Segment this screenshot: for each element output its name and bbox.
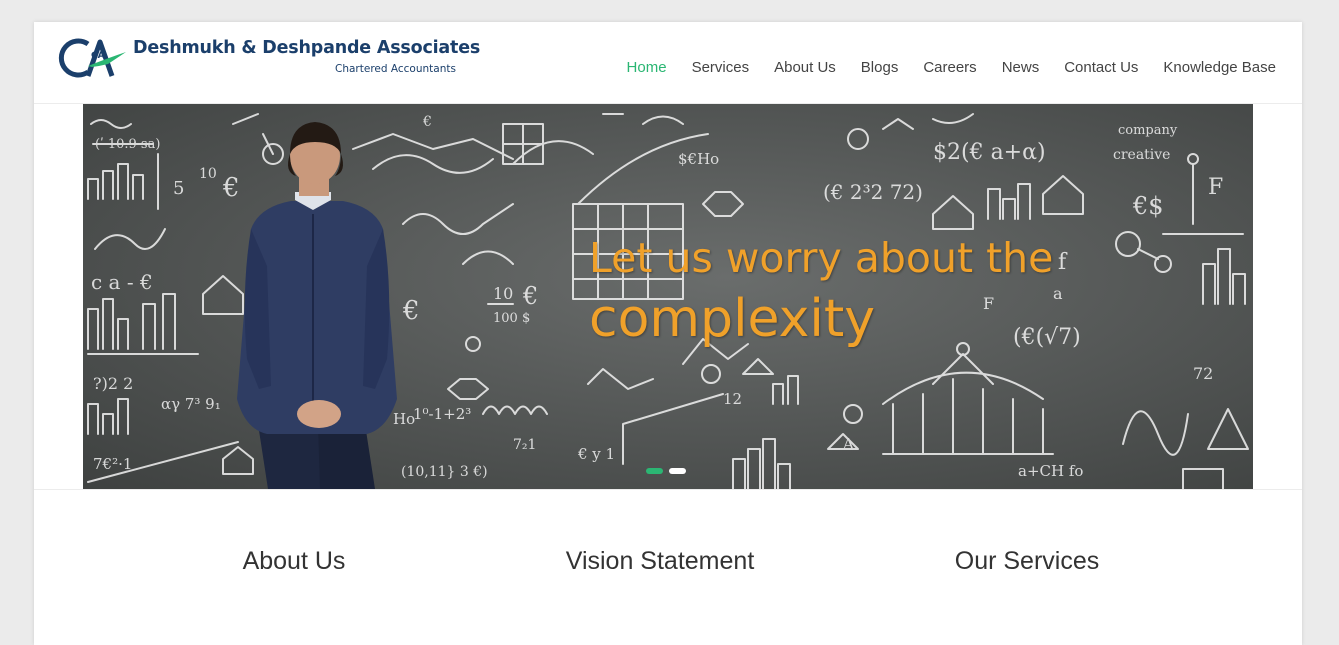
svg-text:$2(€ a+α): $2(€ a+α) (933, 140, 1046, 165)
slider-dot-1[interactable] (646, 468, 663, 474)
svg-text:12: 12 (723, 390, 742, 408)
svg-text:€: € (522, 282, 538, 310)
section-title-our-services: Our Services (954, 547, 1100, 575)
nav-item-blogs[interactable]: Blogs (861, 59, 899, 76)
svg-text:10: 10 (199, 166, 217, 182)
nav-item-contact-us[interactable]: Contact Us (1064, 59, 1138, 76)
page-container: CA Deshmukh & Deshpande Associates Chart… (34, 22, 1302, 645)
svg-text:72: 72 (1193, 364, 1213, 383)
svg-text:10: 10 (493, 284, 513, 303)
svg-text:7€²·1: 7€²·1 (93, 455, 132, 473)
nav-item-services[interactable]: Services (692, 59, 750, 76)
businessman-figure (237, 122, 397, 489)
nav-item-home[interactable]: Home (627, 59, 667, 76)
svg-text:5: 5 (173, 178, 184, 199)
svg-text:f: f (1058, 250, 1068, 275)
hero-caption-line1: Let us worry about the (589, 234, 1054, 282)
slider-pagination (646, 468, 686, 474)
svg-text:€: € (422, 114, 432, 130)
hero-caption: Let us worry about the complexity (589, 232, 1053, 354)
nav-item-careers[interactable]: Careers (923, 59, 976, 76)
svg-text:1⁰-1+2³: 1⁰-1+2³ (413, 405, 471, 423)
svg-text:€: € (222, 173, 240, 203)
hero-caption-line2: complexity (589, 289, 875, 349)
ca-logo-icon: CA (58, 38, 126, 78)
section-title-vision-statement: Vision Statement (565, 547, 755, 575)
nav-item-news[interactable]: News (1002, 59, 1040, 76)
svg-text:a: a (1053, 284, 1063, 303)
svg-text:F: F (1208, 175, 1223, 200)
logo-tagline: Chartered Accountants (335, 63, 456, 75)
main-nav: Home Services About Us Blogs Careers New… (602, 59, 1276, 76)
nav-item-about-us[interactable]: About Us (774, 59, 836, 76)
svg-text:$€Ho: $€Ho (678, 150, 719, 168)
svg-text:αγ 7³ 9₁: αγ 7³ 9₁ (161, 395, 221, 413)
svg-text:(ʹ 10.9 sa): (ʹ 10.9 sa) (95, 137, 160, 152)
svg-text:company: company (1118, 123, 1178, 138)
svg-text:c a - €: c a - € (91, 270, 153, 294)
svg-text:Ho: Ho (393, 410, 415, 428)
svg-text:A: A (842, 435, 854, 453)
svg-text:creative: creative (1113, 147, 1170, 163)
svg-text:(€ 2³2 72): (€ 2³2 72) (823, 180, 923, 204)
section-title-about-us: About Us (242, 547, 346, 575)
svg-text:€ y 1: € y 1 (577, 445, 615, 463)
divider (34, 489, 1302, 490)
nav-item-knowledge-base[interactable]: Knowledge Base (1163, 59, 1276, 76)
svg-text:?)2 2: ?)2 2 (93, 374, 133, 393)
hero-slider[interactable]: (ʹ 10.9 sa) 5 10 € c a - € ?)2 2 αγ 7³ 9… (83, 104, 1253, 489)
logo-initials: CA (91, 51, 105, 61)
site-logo[interactable]: CA Deshmukh & Deshpande Associates Chart… (58, 36, 480, 82)
slider-dot-2[interactable] (669, 468, 686, 474)
svg-text:a+CH fo: a+CH fo (1018, 462, 1083, 480)
svg-text:€$: €$ (1132, 192, 1164, 220)
svg-text:(10,11} 3 €): (10,11} 3 €) (401, 464, 488, 480)
logo-name: Deshmukh & Deshpande Associates (133, 38, 481, 58)
svg-text:7₂1: 7₂1 (513, 437, 536, 453)
site-header: CA Deshmukh & Deshpande Associates Chart… (34, 22, 1302, 104)
svg-text:100 $: 100 $ (493, 311, 530, 326)
svg-text:€: € (402, 296, 420, 326)
